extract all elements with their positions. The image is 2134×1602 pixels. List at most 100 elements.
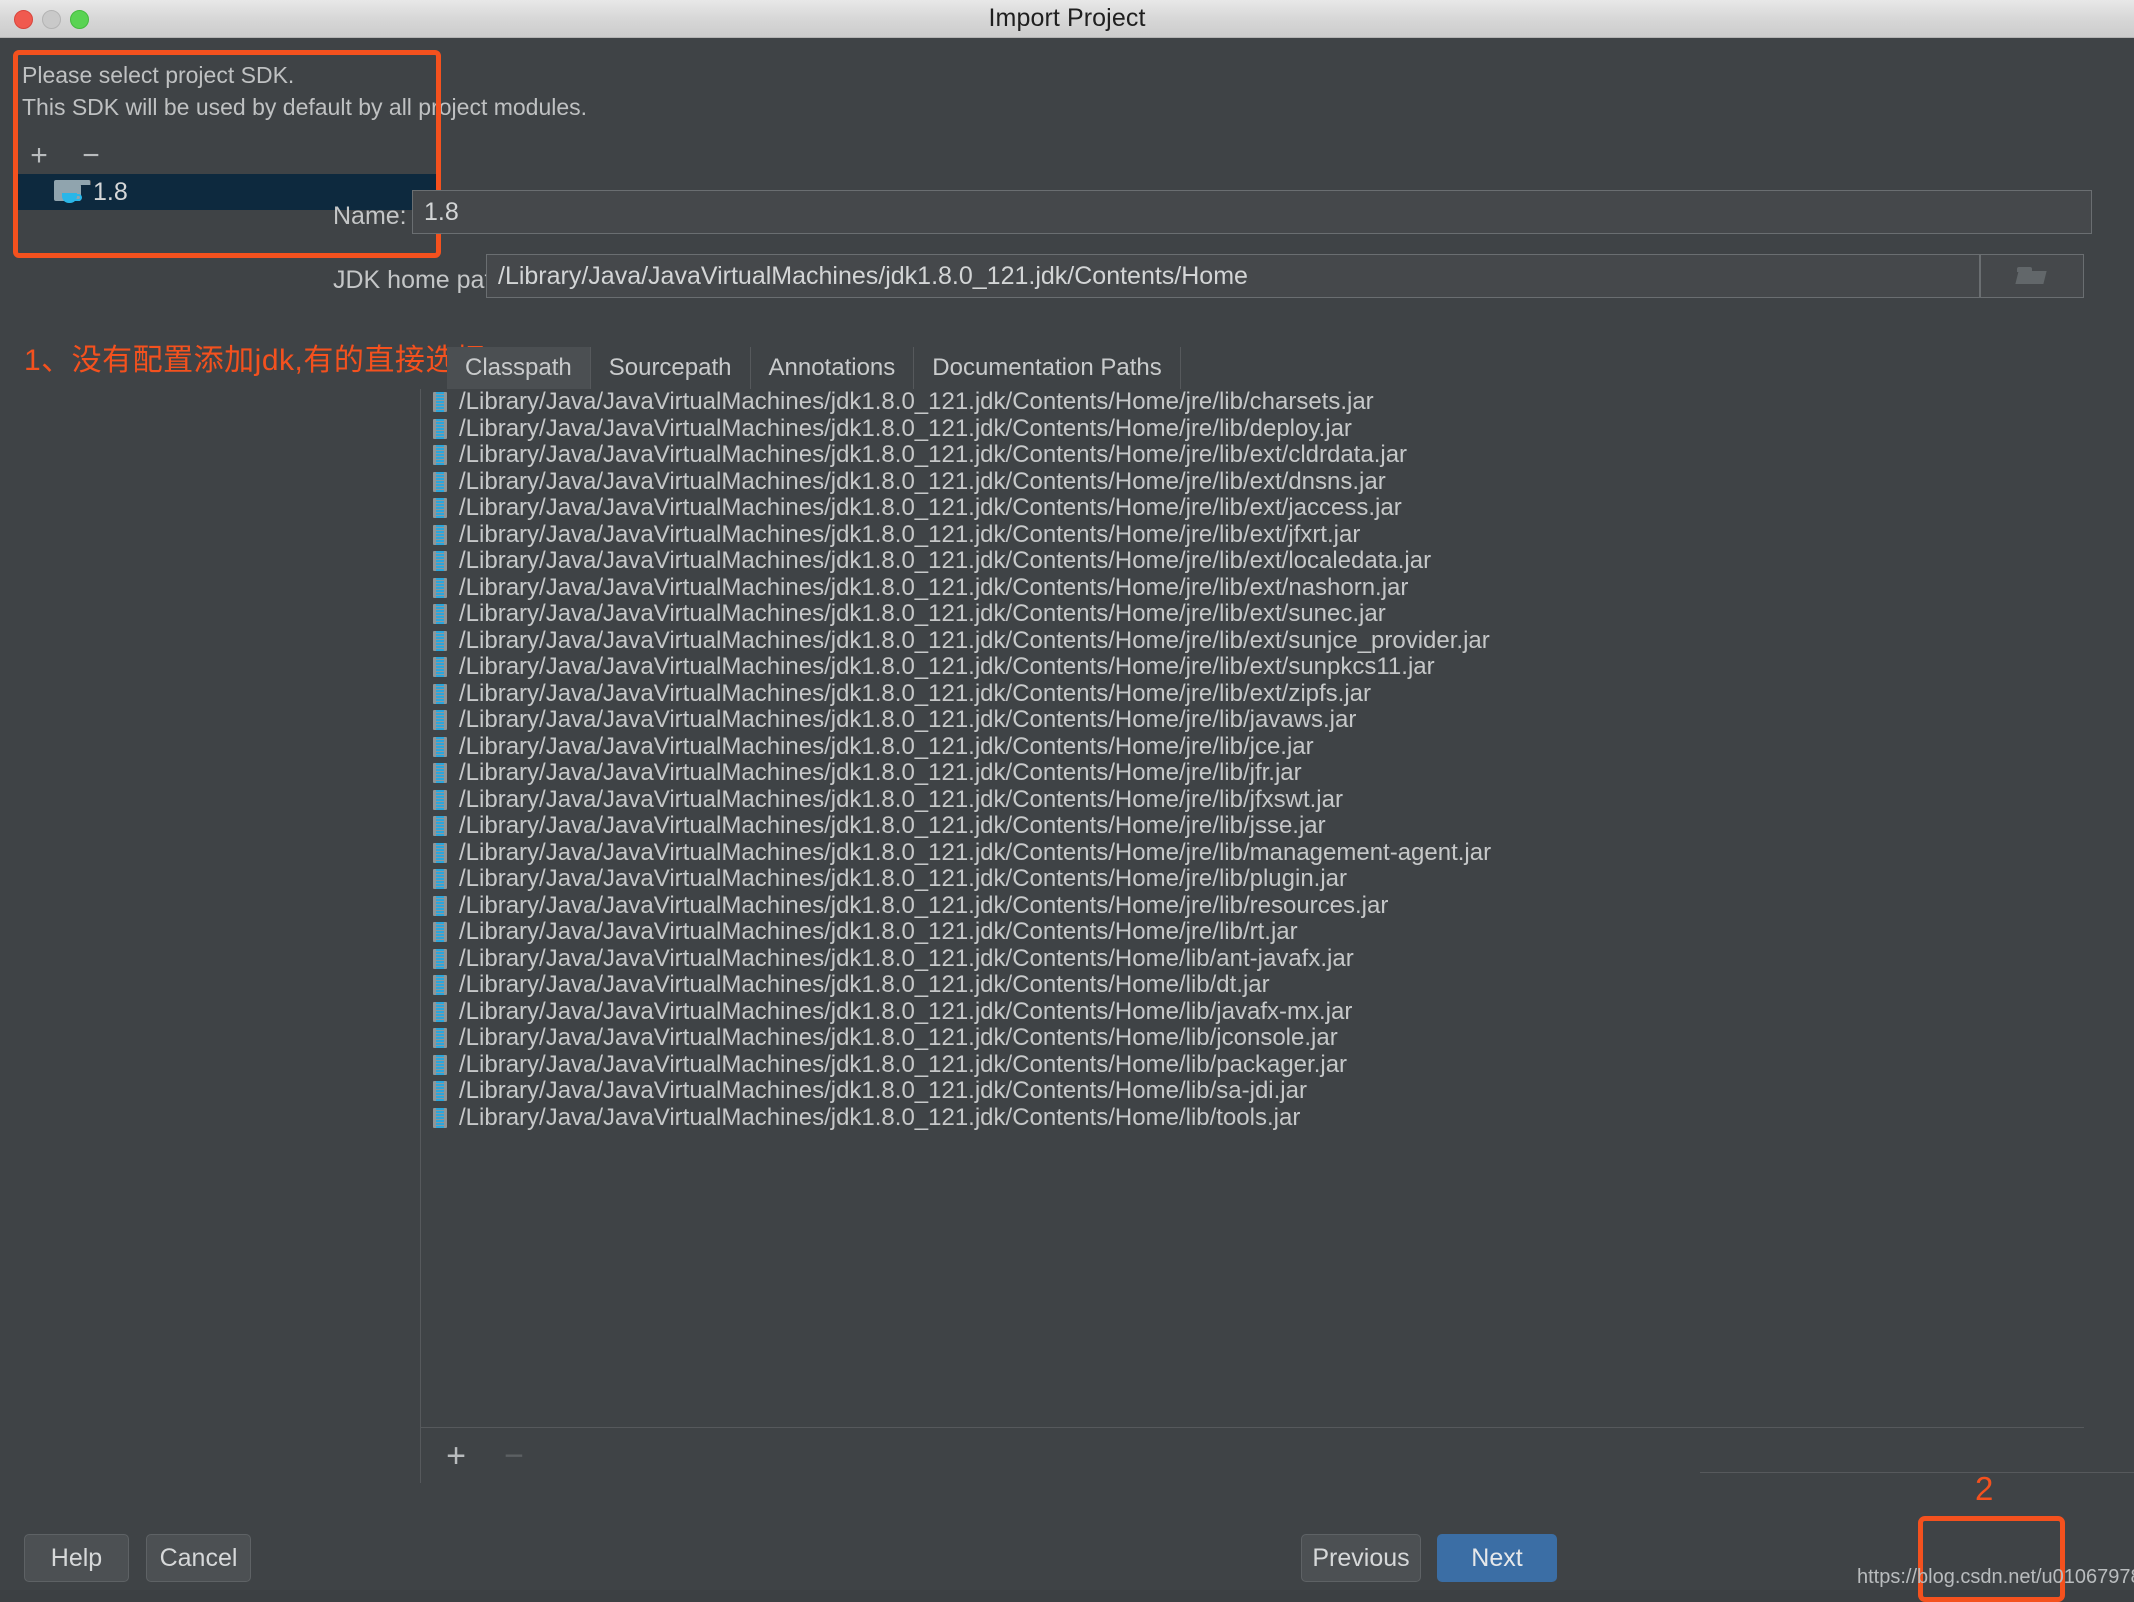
classpath-list-item[interactable]: /Library/Java/JavaVirtualMachines/jdk1.8… xyxy=(421,495,2084,522)
classpath-list-item[interactable]: /Library/Java/JavaVirtualMachines/jdk1.8… xyxy=(421,442,2084,469)
classpath-list-item[interactable]: /Library/Java/JavaVirtualMachines/jdk1.8… xyxy=(421,654,2084,681)
sdk-detail-tabs: Classpath Sourcepath Annotations Documen… xyxy=(447,347,2084,390)
jar-file-icon xyxy=(433,736,447,757)
annotation-step1-text: 1、没有配置添加jdk,有的直接选择 xyxy=(24,344,487,377)
sdk-item-label: 1.8 xyxy=(93,177,128,206)
classpath-entry-path: /Library/Java/JavaVirtualMachines/jdk1.8… xyxy=(459,1024,1338,1052)
classpath-entry-path: /Library/Java/JavaVirtualMachines/jdk1.8… xyxy=(459,891,1389,919)
classpath-entry-path: /Library/Java/JavaVirtualMachines/jdk1.8… xyxy=(459,653,1435,681)
classpath-entry-path: /Library/Java/JavaVirtualMachines/jdk1.8… xyxy=(459,547,1432,575)
next-button[interactable]: Next xyxy=(1437,1534,1557,1582)
watermark-text: https://blog.csdn.net/u010679782 xyxy=(1857,1566,2134,1588)
classpath-entry-path: /Library/Java/JavaVirtualMachines/jdk1.8… xyxy=(459,971,1270,999)
classpath-entry-path: /Library/Java/JavaVirtualMachines/jdk1.8… xyxy=(459,706,1357,734)
classpath-list-item[interactable]: /Library/Java/JavaVirtualMachines/jdk1.8… xyxy=(421,389,2084,416)
classpath-entry-path: /Library/Java/JavaVirtualMachines/jdk1.8… xyxy=(459,1077,1307,1105)
tab-sourcepath[interactable]: Sourcepath xyxy=(590,347,751,389)
classpath-entry-path: /Library/Java/JavaVirtualMachines/jdk1.8… xyxy=(459,732,1314,760)
classpath-entry-path: /Library/Java/JavaVirtualMachines/jdk1.8… xyxy=(459,759,1302,787)
classpath-entry-path: /Library/Java/JavaVirtualMachines/jdk1.8… xyxy=(459,441,1408,469)
classpath-entry-path: /Library/Java/JavaVirtualMachines/jdk1.8… xyxy=(459,389,1374,416)
classpath-list-item[interactable]: /Library/Java/JavaVirtualMachines/jdk1.8… xyxy=(421,1078,2084,1105)
classpath-list-item[interactable]: /Library/Java/JavaVirtualMachines/jdk1.8… xyxy=(421,760,2084,787)
classpath-list-item[interactable]: /Library/Java/JavaVirtualMachines/jdk1.8… xyxy=(421,919,2084,946)
classpath-list-item[interactable]: /Library/Java/JavaVirtualMachines/jdk1.8… xyxy=(421,998,2084,1026)
help-button[interactable]: Help xyxy=(24,1534,129,1582)
classpath-list-item[interactable]: /Library/Java/JavaVirtualMachines/jdk1.8… xyxy=(421,891,2084,920)
sdk-hint-line1: Please select project SDK. xyxy=(22,62,295,88)
import-project-dialog: Please select project SDK. This SDK will… xyxy=(0,38,2134,1602)
jar-file-icon xyxy=(433,895,447,916)
jar-file-icon xyxy=(433,498,447,519)
classpath-entry-path: /Library/Java/JavaVirtualMachines/jdk1.8… xyxy=(459,520,1361,548)
jar-file-icon xyxy=(433,418,447,439)
jar-file-icon xyxy=(433,922,447,943)
add-classpath-entry-button[interactable]: + xyxy=(441,1439,471,1473)
zoom-icon[interactable] xyxy=(70,10,89,29)
browse-jdk-home-button[interactable] xyxy=(1980,254,2084,298)
tab-annotations[interactable]: Annotations xyxy=(750,347,915,389)
classpath-entry-path: /Library/Java/JavaVirtualMachines/jdk1.8… xyxy=(459,944,1354,972)
jar-file-icon xyxy=(433,710,447,731)
classpath-entry-path: /Library/Java/JavaVirtualMachines/jdk1.8… xyxy=(459,865,1348,893)
remove-sdk-button[interactable]: − xyxy=(76,141,106,171)
jar-file-icon xyxy=(433,763,447,784)
classpath-list-item[interactable]: /Library/Java/JavaVirtualMachines/jdk1.8… xyxy=(421,1103,2084,1132)
window-title: Import Project xyxy=(988,4,1146,32)
classpath-list-item[interactable]: /Library/Java/JavaVirtualMachines/jdk1.8… xyxy=(421,468,2084,496)
classpath-list-item[interactable]: /Library/Java/JavaVirtualMachines/jdk1.8… xyxy=(421,520,2084,549)
jdk-home-path-input[interactable]: /Library/Java/JavaVirtualMachines/jdk1.8… xyxy=(486,254,1980,298)
previous-button[interactable]: Previous xyxy=(1301,1534,1421,1582)
classpath-list-item[interactable]: /Library/Java/JavaVirtualMachines/jdk1.8… xyxy=(421,1051,2084,1079)
name-label: Name: xyxy=(333,202,407,230)
jar-file-icon xyxy=(433,816,447,837)
window-controls xyxy=(14,10,89,29)
tab-strip-filler xyxy=(1180,347,2084,389)
classpath-list-item[interactable]: /Library/Java/JavaVirtualMachines/jdk1.8… xyxy=(421,414,2084,443)
remove-classpath-entry-button[interactable]: − xyxy=(499,1439,529,1473)
jar-file-icon xyxy=(433,1001,447,1022)
classpath-list-item[interactable]: /Library/Java/JavaVirtualMachines/jdk1.8… xyxy=(421,785,2084,814)
classpath-list-item[interactable]: /Library/Java/JavaVirtualMachines/jdk1.8… xyxy=(421,601,2084,628)
folder-open-icon xyxy=(2015,265,2047,287)
classpath-entry-path: /Library/Java/JavaVirtualMachines/jdk1.8… xyxy=(459,785,1343,813)
classpath-entry-path: /Library/Java/JavaVirtualMachines/jdk1.8… xyxy=(459,838,1492,866)
classpath-entry-path: /Library/Java/JavaVirtualMachines/jdk1.8… xyxy=(459,1103,1301,1131)
jar-file-icon xyxy=(433,842,447,863)
jar-file-icon xyxy=(433,551,447,572)
classpath-list-item[interactable]: /Library/Java/JavaVirtualMachines/jdk1.8… xyxy=(421,866,2084,893)
name-input[interactable]: 1.8 xyxy=(412,190,2092,234)
classpath-entry-path: /Library/Java/JavaVirtualMachines/jdk1.8… xyxy=(459,626,1490,654)
classpath-list-item[interactable]: /Library/Java/JavaVirtualMachines/jdk1.8… xyxy=(421,813,2084,840)
classpath-list-item[interactable]: /Library/Java/JavaVirtualMachines/jdk1.8… xyxy=(421,679,2084,708)
jar-file-icon xyxy=(433,948,447,969)
cancel-button[interactable]: Cancel xyxy=(146,1534,251,1582)
classpath-list-item[interactable]: /Library/Java/JavaVirtualMachines/jdk1.8… xyxy=(421,548,2084,575)
classpath-list-item[interactable]: /Library/Java/JavaVirtualMachines/jdk1.8… xyxy=(421,626,2084,655)
jar-file-icon xyxy=(433,1107,447,1128)
classpath-list-item[interactable]: /Library/Java/JavaVirtualMachines/jdk1.8… xyxy=(421,732,2084,761)
classpath-list-item[interactable]: /Library/Java/JavaVirtualMachines/jdk1.8… xyxy=(421,707,2084,734)
annotation-highlight-next xyxy=(1918,1516,2065,1602)
jar-file-icon xyxy=(433,657,447,678)
jar-file-icon xyxy=(433,1081,447,1102)
classpath-list-item[interactable]: /Library/Java/JavaVirtualMachines/jdk1.8… xyxy=(421,574,2084,602)
close-icon[interactable] xyxy=(14,10,33,29)
classpath-list-toolbar: + − xyxy=(420,1427,2084,1483)
add-sdk-button[interactable]: + xyxy=(24,141,54,171)
jar-file-icon xyxy=(433,577,447,598)
minimize-icon[interactable] xyxy=(42,10,61,29)
classpath-list-item[interactable]: /Library/Java/JavaVirtualMachines/jdk1.8… xyxy=(421,972,2084,999)
classpath-entry-path: /Library/Java/JavaVirtualMachines/jdk1.8… xyxy=(459,812,1326,840)
classpath-list-item[interactable]: /Library/Java/JavaVirtualMachines/jdk1.8… xyxy=(421,1025,2084,1052)
classpath-entry-path: /Library/Java/JavaVirtualMachines/jdk1.8… xyxy=(459,600,1386,628)
tab-classpath[interactable]: Classpath xyxy=(447,347,591,389)
jar-file-icon xyxy=(433,789,447,810)
classpath-list-item[interactable]: /Library/Java/JavaVirtualMachines/jdk1.8… xyxy=(421,944,2084,973)
classpath-list-item[interactable]: /Library/Java/JavaVirtualMachines/jdk1.8… xyxy=(421,838,2084,867)
classpath-list[interactable]: /Library/Java/JavaVirtualMachines/jdk1.8… xyxy=(420,389,2084,1427)
project-sdk-panel: Please select project SDK. This SDK will… xyxy=(10,48,587,270)
classpath-entry-path: /Library/Java/JavaVirtualMachines/jdk1.8… xyxy=(459,679,1371,707)
classpath-entry-path: /Library/Java/JavaVirtualMachines/jdk1.8… xyxy=(459,414,1352,442)
tab-documentation-paths[interactable]: Documentation Paths xyxy=(914,347,1181,389)
